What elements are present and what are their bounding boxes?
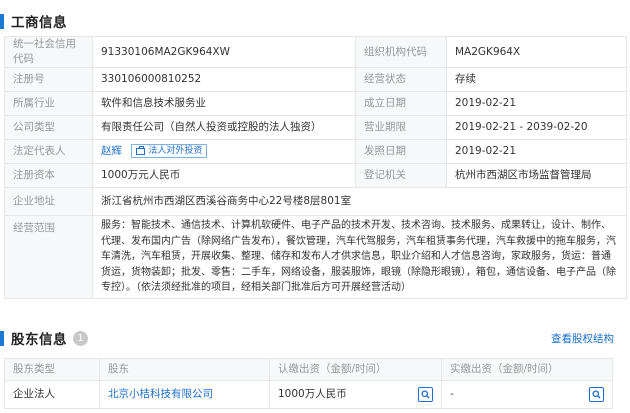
founded-label: 成立日期 — [355, 91, 447, 116]
legal-rep-cell: 赵辉 法人对外投资 — [92, 139, 356, 164]
paid-cell: - — [441, 380, 613, 409]
col-header-subscribed: 认缴出资（金额/时间） — [269, 358, 442, 381]
address-value: 浙江省杭州市西湖区西溪谷商务中心22号楼8层801室 — [92, 187, 627, 216]
search-icon — [592, 390, 601, 399]
shareholders-title: 股东信息 — [11, 332, 67, 348]
legal-rep-investment-button[interactable]: 法人对外投资 — [131, 144, 208, 158]
legal-rep-investment-label: 法人对外投资 — [148, 145, 203, 156]
org-code-label: 组织机构代码 — [355, 36, 447, 68]
section-accent-bar — [0, 330, 4, 346]
info-row: 统一社会信用代码 91330106MA2GK964XW 组织机构代码 MA2GK… — [4, 36, 627, 68]
search-icon — [421, 390, 430, 399]
credit-code-value: 91330106MA2GK964XW — [92, 36, 356, 68]
business-term-label: 营业期限 — [355, 115, 447, 140]
shareholders-table: 股东类型 股东 认缴出资（金额/时间） 实缴出资（金额/时间） 企业法人 北京小… — [4, 358, 613, 409]
paid-detail-button[interactable] — [589, 387, 604, 402]
industry-value: 软件和信息技术服务业 — [92, 91, 356, 116]
table-row: 企业法人 北京小桔科技有限公司 1000万人民币 - — [4, 380, 613, 409]
reg-authority-value: 杭州市西湖区市场监督管理局 — [446, 163, 627, 188]
paid-value: - — [450, 388, 454, 400]
industry-label: 所属行业 — [4, 91, 93, 116]
info-row: 注册号 330106000810252 经营状态 存续 — [4, 67, 627, 92]
subscribed-detail-button[interactable] — [418, 387, 433, 402]
business-info-title: 工商信息 — [11, 15, 67, 31]
info-row: 所属行业 软件和信息技术服务业 成立日期 2019-02-21 — [4, 91, 627, 116]
license-date-label: 发照日期 — [355, 139, 447, 164]
shareholder-count-badge: 1 — [73, 330, 88, 346]
subscribed-value: 1000万人民币 — [278, 388, 347, 400]
table-header-row: 股东类型 股东 认缴出资（金额/时间） 实缴出资（金额/时间） — [4, 358, 613, 381]
reg-number-value: 330106000810252 — [92, 67, 356, 92]
col-header-paid: 实缴出资（金额/时间） — [441, 358, 613, 381]
business-term-value: 2019-02-21 - 2039-02-20 — [446, 115, 627, 140]
holder-type: 企业法人 — [4, 380, 100, 409]
founded-value: 2019-02-21 — [446, 91, 627, 116]
legal-rep-label: 法定代表人 — [4, 139, 93, 164]
scope-value: 服务：智能技术、通信技术、计算机软硬件、电子产品的技术开发、技术咨询、技术服务、… — [92, 215, 627, 299]
legal-rep-link[interactable]: 赵辉 — [101, 145, 122, 157]
info-row: 注册资本 1000万元人民币 登记机关 杭州市西湖区市场监督管理局 — [4, 163, 627, 188]
info-row: 经营范围 服务：智能技术、通信技术、计算机软硬件、电子产品的技术开发、技术咨询、… — [4, 215, 627, 299]
shareholders-header: 股东信息 1 — [0, 328, 88, 348]
business-info-header: 工商信息 — [0, 11, 67, 31]
equity-structure-link[interactable]: 查看股权结构 — [551, 331, 614, 346]
credit-code-label: 统一社会信用代码 — [4, 36, 93, 68]
company-type-label: 公司类型 — [4, 115, 93, 140]
company-type-value: 有限责任公司（自然人投资或控股的法人独资） — [92, 115, 356, 140]
business-info-table: 统一社会信用代码 91330106MA2GK964XW 组织机构代码 MA2GK… — [4, 36, 627, 299]
info-row: 企业地址 浙江省杭州市西湖区西溪谷商务中心22号楼8层801室 — [4, 187, 627, 216]
scope-label: 经营范围 — [4, 215, 93, 299]
reg-number-label: 注册号 — [4, 67, 93, 92]
org-code-value: MA2GK964X — [446, 36, 627, 68]
col-header-type: 股东类型 — [4, 358, 100, 381]
info-row: 公司类型 有限责任公司（自然人投资或控股的法人独资） 营业期限 2019-02-… — [4, 115, 627, 140]
holder-name-cell: 北京小桔科技有限公司 — [99, 380, 270, 409]
subscribed-cell: 1000万人民币 — [269, 380, 442, 409]
status-label: 经营状态 — [355, 67, 447, 92]
license-date-value: 2019-02-21 — [446, 139, 627, 164]
col-header-holder: 股东 — [99, 358, 270, 381]
status-value: 存续 — [446, 67, 627, 92]
section-accent-bar — [0, 13, 4, 29]
address-label: 企业地址 — [4, 187, 93, 216]
info-row: 法定代表人 赵辉 法人对外投资 发照日期 2019-02-21 — [4, 139, 627, 164]
reg-capital-label: 注册资本 — [4, 163, 93, 188]
reg-capital-value: 1000万元人民币 — [92, 163, 356, 188]
briefcase-icon — [136, 145, 146, 155]
holder-name-link[interactable]: 北京小桔科技有限公司 — [108, 388, 213, 400]
reg-authority-label: 登记机关 — [355, 163, 447, 188]
